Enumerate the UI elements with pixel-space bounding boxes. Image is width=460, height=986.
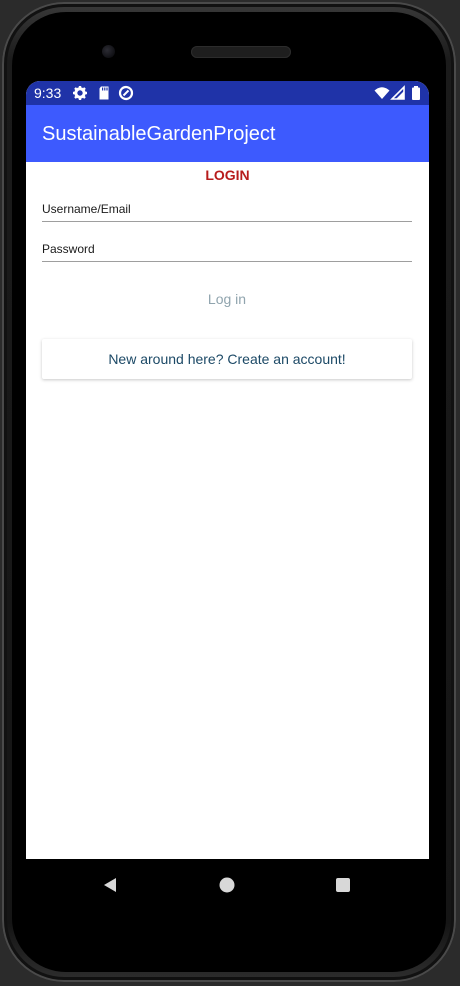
home-icon[interactable]	[217, 875, 237, 895]
battery-icon	[412, 86, 420, 100]
sd-card-icon	[99, 86, 109, 100]
login-heading: LOGIN	[205, 167, 250, 183]
username-field	[42, 199, 412, 222]
password-field	[42, 239, 412, 262]
status-bar: 9:33	[26, 81, 429, 105]
signal-icon	[390, 85, 405, 100]
wifi-icon	[374, 87, 390, 99]
create-account-button[interactable]: New around here? Create an account!	[42, 339, 412, 379]
status-time: 9:33	[34, 85, 62, 101]
recents-icon[interactable]	[333, 875, 353, 895]
username-input[interactable]	[42, 199, 412, 219]
front-camera	[102, 45, 115, 58]
gear-icon	[73, 86, 87, 100]
data-saver-icon	[118, 85, 134, 101]
navigation-bar	[26, 859, 429, 913]
back-icon[interactable]	[100, 875, 120, 895]
app-screen: 9:33 SustainableGardenProject LOGIN User…	[26, 81, 429, 859]
password-input[interactable]	[42, 239, 412, 259]
app-bar: SustainableGardenProject	[26, 105, 429, 162]
app-title: SustainableGardenProject	[42, 123, 276, 145]
earpiece-speaker	[191, 46, 291, 58]
login-button[interactable]: Log in	[166, 288, 288, 310]
